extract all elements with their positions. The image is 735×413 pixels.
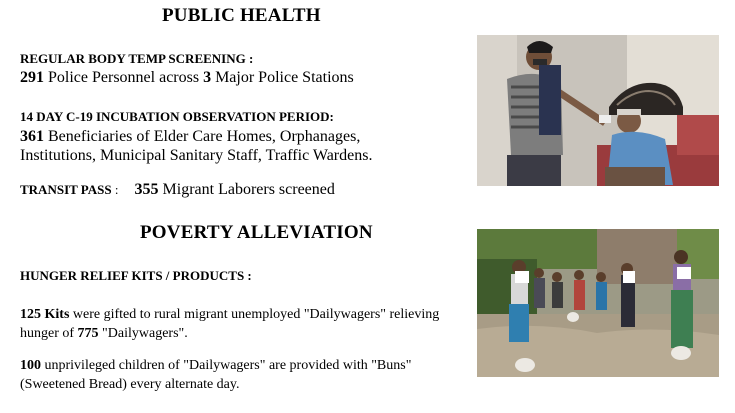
temp-count: 291 (20, 69, 44, 86)
temp-text-1: Police Personnel across (44, 69, 204, 86)
kits-text-3: "Dailywagers". (98, 326, 188, 341)
temp-screening-text: 291 Police Personnel across 3 Major Poli… (20, 68, 354, 87)
children-count: 100 (20, 358, 41, 373)
incubation-line-2: Institutions, Municipal Sanitary Staff, … (20, 147, 373, 164)
incubation-label: 14 DAY C-19 INCUBATION OBSERVATION PERIO… (20, 109, 334, 124)
kits-count: 125 Kits (20, 307, 70, 322)
dailywagers-count: 775 (77, 326, 99, 341)
incubation-text: 361 Beneficiaries of Elder Care Homes, O… (20, 127, 372, 165)
temperature-screening-illustration (477, 35, 719, 186)
hunger-kits-label: HUNGER RELIEF KITS / PRODUCTS : (20, 268, 252, 283)
relief-distribution-photo (477, 229, 719, 377)
buns-text-1: unprivileged children of "Dailywagers" a… (41, 358, 412, 373)
transit-count: 355 (134, 181, 159, 198)
transit-sep: : (111, 182, 119, 197)
poverty-title: POVERTY ALLEVIATION (140, 222, 373, 243)
kits-paragraph: 125 Kits were gifted to rural migrant un… (20, 305, 439, 343)
transit-pass-label: TRANSIT PASS (20, 182, 112, 197)
transit-text: Migrant Laborers screened (158, 181, 335, 198)
buns-paragraph: 100 unprivileged children of "Dailywager… (20, 356, 411, 394)
incubation-line-1: Beneficiaries of Elder Care Homes, Orpha… (44, 128, 361, 145)
incubation-count: 361 (20, 128, 44, 145)
buns-text-2: (Sweetened Bread) every alternate day. (20, 377, 240, 392)
kits-text-2: hunger of (20, 326, 78, 341)
station-count: 3 (203, 69, 212, 86)
transit-pass-row: TRANSIT PASS : 355 Migrant Laborers scre… (20, 180, 335, 199)
temp-text-2: Major Police Stations (211, 69, 354, 86)
relief-distribution-illustration (477, 229, 719, 377)
public-health-title: PUBLIC HEALTH (162, 5, 321, 26)
temperature-screening-photo (477, 35, 719, 186)
kits-text-1: were gifted to rural migrant unemployed … (69, 307, 440, 322)
temp-screening-label: REGULAR BODY TEMP SCREENING : (20, 51, 254, 66)
